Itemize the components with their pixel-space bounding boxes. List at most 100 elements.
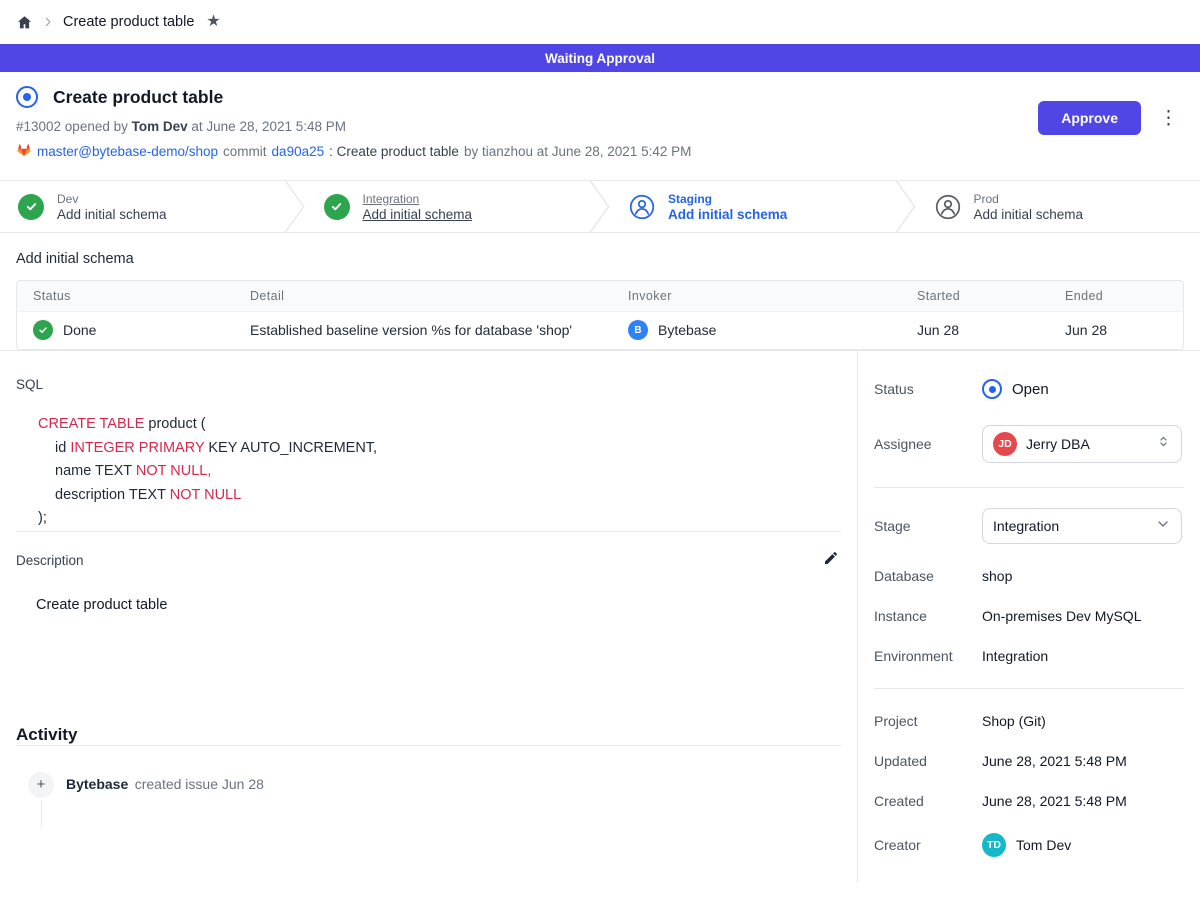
divider bbox=[874, 688, 1184, 689]
project-label: Project bbox=[874, 713, 982, 729]
database-value[interactable]: shop bbox=[982, 568, 1012, 584]
star-icon[interactable]: ★ bbox=[206, 14, 220, 30]
task-status: Done bbox=[63, 322, 96, 338]
check-circle-icon bbox=[324, 194, 350, 220]
issue-header: Create product table #13002 opened by To… bbox=[0, 72, 1200, 180]
breadcrumb-page-title: Create product table bbox=[63, 14, 194, 30]
git-commit-hash-link[interactable]: da90a25 bbox=[272, 144, 325, 159]
creator-value: Tom Dev bbox=[1016, 837, 1071, 853]
stage-prod[interactable]: Prod Add initial schema bbox=[917, 181, 1200, 232]
sql-line: ); bbox=[38, 507, 841, 531]
description-label: Description bbox=[16, 553, 84, 568]
avatar: JD bbox=[993, 432, 1017, 456]
status-banner: Waiting Approval bbox=[0, 44, 1200, 72]
table-row[interactable]: Done Established baseline version %s for… bbox=[17, 311, 1183, 349]
description-text[interactable]: Create product table bbox=[36, 597, 841, 613]
task-detail: Established baseline version %s for data… bbox=[234, 311, 612, 349]
edit-pencil-icon[interactable] bbox=[821, 548, 841, 573]
person-circle-icon bbox=[629, 194, 655, 220]
issue-header-actions: Approve ⋮ bbox=[1038, 101, 1184, 135]
col-started: Started bbox=[901, 281, 1049, 311]
instance-row: Instance On-premises Dev MySQL bbox=[874, 608, 1184, 624]
avatar: TD bbox=[982, 833, 1006, 857]
task-invoker: Bytebase bbox=[658, 322, 716, 338]
database-row: Database shop bbox=[874, 568, 1184, 584]
issue-author: Tom Dev bbox=[132, 119, 188, 134]
chevron-down-icon bbox=[1155, 516, 1171, 537]
description-header: Description bbox=[16, 548, 841, 573]
chevron-right-icon bbox=[42, 16, 54, 28]
stage-env-label: Prod bbox=[974, 192, 1084, 206]
task-table: Status Detail Invoker Started Ended Done bbox=[16, 280, 1184, 350]
stage-select[interactable]: Integration bbox=[982, 508, 1182, 544]
assignee-label: Assignee bbox=[874, 436, 982, 452]
created-value: June 28, 2021 5:48 PM bbox=[982, 793, 1127, 809]
person-circle-icon bbox=[935, 194, 961, 220]
col-invoker: Invoker bbox=[612, 281, 901, 311]
divider bbox=[16, 745, 841, 746]
git-commit-word: commit bbox=[223, 144, 267, 159]
sql-line: CREATE TABLE product ( bbox=[38, 413, 841, 437]
main-area: SQL CREATE TABLE product ( id INTEGER PR… bbox=[0, 350, 1200, 882]
breadcrumb: Create product table ★ bbox=[0, 0, 1200, 44]
col-ended: Ended bbox=[1049, 281, 1183, 311]
assignee-select[interactable]: JD Jerry DBA bbox=[982, 425, 1182, 463]
sql-code-block: CREATE TABLE product ( id INTEGER PRIMAR… bbox=[38, 413, 841, 531]
stage-value: Integration bbox=[993, 518, 1146, 534]
stage-task-label: Add initial schema bbox=[57, 207, 167, 222]
kebab-menu-icon[interactable]: ⋮ bbox=[1153, 107, 1184, 130]
project-value[interactable]: Shop (Git) bbox=[982, 713, 1046, 729]
sql-line: description TEXT NOT NULL bbox=[38, 484, 841, 508]
gitlab-icon bbox=[16, 142, 32, 161]
check-circle-icon bbox=[33, 320, 53, 340]
stage-dev[interactable]: Dev Add initial schema bbox=[0, 181, 284, 232]
activity-entry: + Bytebase created issue Jun 28 bbox=[28, 772, 841, 798]
assignee-value: Jerry DBA bbox=[1026, 436, 1147, 452]
col-detail: Detail bbox=[234, 281, 612, 311]
git-commit-message: : Create product table bbox=[329, 144, 459, 159]
git-commit-byline: by tianzhou at June 28, 2021 5:42 PM bbox=[464, 144, 691, 159]
plus-icon: + bbox=[28, 772, 54, 798]
divider bbox=[16, 531, 841, 532]
issue-open-status-icon bbox=[16, 86, 38, 108]
updated-row: Updated June 28, 2021 5:48 PM bbox=[874, 753, 1184, 769]
stage-row: Stage Integration bbox=[874, 508, 1184, 544]
pipeline-stage-bar: Dev Add initial schema Integration Add i… bbox=[0, 180, 1200, 233]
instance-value[interactable]: On-premises Dev MySQL bbox=[982, 608, 1141, 624]
updated-value: June 28, 2021 5:48 PM bbox=[982, 753, 1127, 769]
stage-task-label: Add initial schema bbox=[363, 207, 473, 222]
task-started: Jun 28 bbox=[901, 311, 1049, 349]
activity-actor: Bytebase bbox=[66, 776, 128, 792]
approve-button[interactable]: Approve bbox=[1038, 101, 1141, 135]
open-status-icon bbox=[982, 379, 1002, 399]
status-label: Status bbox=[874, 381, 982, 397]
task-section: Add initial schema Status Detail Invoker… bbox=[0, 233, 1200, 350]
activity-heading: Activity bbox=[16, 725, 841, 745]
stage-staging[interactable]: Staging Add initial schema bbox=[611, 181, 895, 232]
stage-separator bbox=[895, 181, 917, 232]
environment-value: Integration bbox=[982, 648, 1048, 664]
status-row: Status Open bbox=[874, 379, 1184, 399]
assignee-row: Assignee JD Jerry DBA bbox=[874, 425, 1184, 463]
home-icon[interactable] bbox=[16, 14, 33, 31]
created-row: Created June 28, 2021 5:48 PM bbox=[874, 793, 1184, 809]
check-circle-icon bbox=[18, 194, 44, 220]
git-branch-repo-link[interactable]: master@bytebase-demo/shop bbox=[37, 144, 218, 159]
issue-sidebar: Status Open Assignee JD Jerry DBA Stage … bbox=[858, 351, 1200, 882]
status-banner-text: Waiting Approval bbox=[545, 51, 655, 66]
sql-line: id INTEGER PRIMARY KEY AUTO_INCREMENT, bbox=[38, 437, 841, 461]
title-row: Create product table bbox=[16, 86, 691, 108]
issue-meta: #13002 opened by Tom Dev at June 28, 202… bbox=[16, 119, 691, 134]
page-title: Create product table bbox=[53, 87, 223, 108]
environment-row: Environment Integration bbox=[874, 648, 1184, 664]
environment-label: Environment bbox=[874, 648, 982, 664]
stage-task-label: Add initial schema bbox=[974, 207, 1084, 222]
issue-header-left: Create product table #13002 opened by To… bbox=[16, 86, 691, 161]
stage-integration[interactable]: Integration Add initial schema bbox=[306, 181, 590, 232]
stage-env-label: Staging bbox=[668, 192, 787, 206]
stage-separator bbox=[284, 181, 306, 232]
main-content: SQL CREATE TABLE product ( id INTEGER PR… bbox=[0, 351, 858, 882]
stage-separator bbox=[589, 181, 611, 232]
stage-task-label: Add initial schema bbox=[668, 207, 787, 222]
stage-label: Stage bbox=[874, 518, 982, 534]
